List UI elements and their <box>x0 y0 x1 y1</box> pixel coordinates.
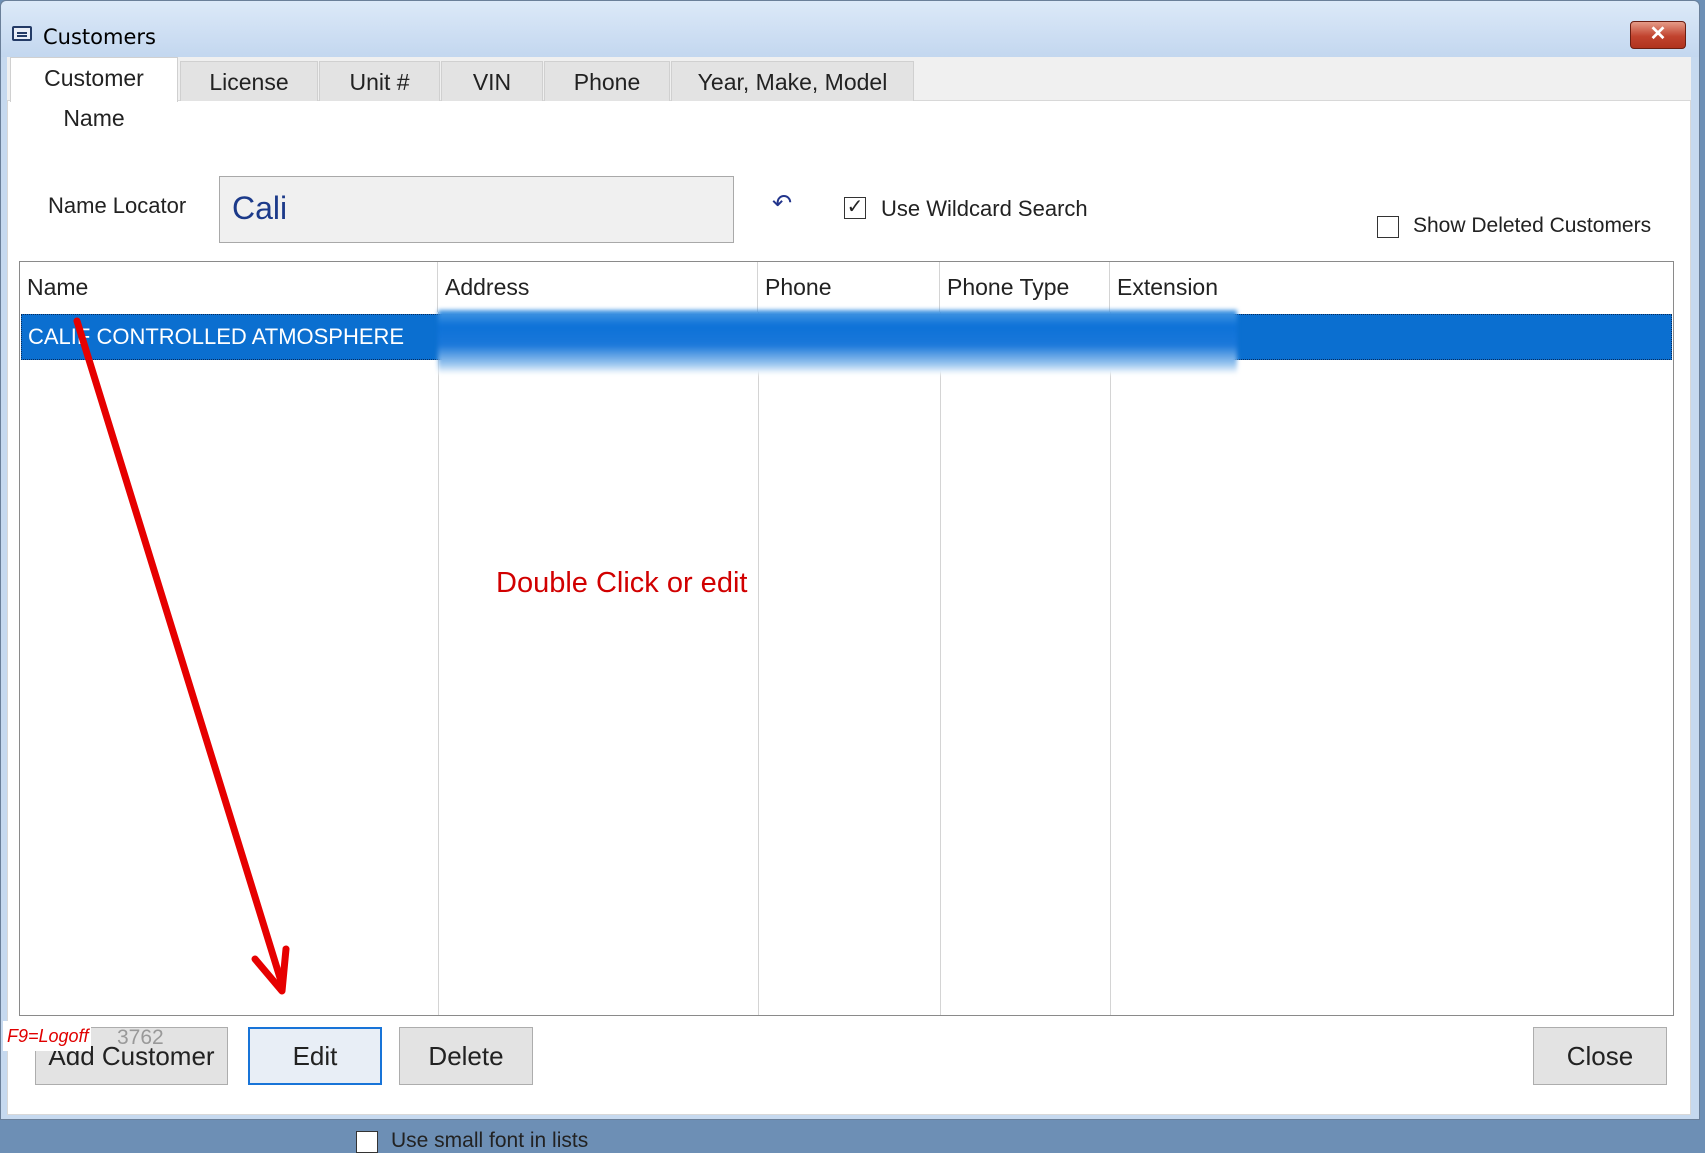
tab-license[interactable]: License <box>180 61 318 101</box>
window-close-icon[interactable]: ✕ <box>1630 21 1686 49</box>
small-font-checkbox[interactable] <box>356 1131 378 1153</box>
tab-vin[interactable]: VIN <box>441 61 543 101</box>
redacted-row-details <box>438 310 1237 374</box>
column-divider <box>758 312 759 1015</box>
tab-year-make-model[interactable]: Year, Make, Model <box>671 61 914 101</box>
small-font-label: Use small font in lists <box>391 1129 589 1152</box>
delete-button[interactable]: Delete <box>399 1027 533 1085</box>
show-deleted-checkbox[interactable] <box>1377 216 1399 238</box>
column-divider <box>1110 312 1111 1015</box>
column-header-name[interactable]: Name <box>20 262 438 312</box>
column-divider <box>940 312 941 1015</box>
name-locator-input[interactable]: Cali <box>219 176 734 243</box>
show-deleted-label: Show Deleted Customers <box>1413 214 1652 237</box>
tab-strip: Customer Name License Unit # VIN Phone Y… <box>7 57 1691 131</box>
close-button[interactable]: Close <box>1533 1027 1667 1085</box>
wildcard-label: Use Wildcard Search <box>881 196 1088 221</box>
record-code: 3762 <box>117 1026 164 1049</box>
wildcard-checkbox[interactable]: ✓ <box>844 197 866 219</box>
column-header-phone[interactable]: Phone <box>758 262 940 312</box>
customer-name-panel: Name Locator Cali ↶ ✓ Use Wildcard Searc… <box>7 101 1691 1153</box>
title-bar[interactable]: Customers ✕ <box>1 1 1699 57</box>
tab-customer-name[interactable]: Customer Name <box>10 57 178 131</box>
tab-phone[interactable]: Phone <box>544 61 670 101</box>
content-area: Customer Name License Unit # VIN Phone Y… <box>7 57 1691 1153</box>
annotation-text: Double Click or edit <box>496 567 748 599</box>
column-header-phone-type[interactable]: Phone Type <box>940 262 1110 312</box>
window-icon <box>12 26 32 41</box>
name-locator-label: Name Locator <box>48 193 187 218</box>
window-title: Customers <box>43 25 156 49</box>
logoff-hint: F9=Logoff <box>3 1021 91 1051</box>
column-header-address[interactable]: Address <box>438 262 758 312</box>
grid-header: Name Address Phone Phone Type Extension <box>20 262 1673 312</box>
column-divider <box>438 312 439 1015</box>
customer-grid[interactable]: Name Address Phone Phone Type Extension … <box>19 261 1674 1016</box>
customers-window: Customers ✕ Customer Name License Unit #… <box>0 0 1700 1153</box>
edit-button[interactable]: Edit <box>248 1027 382 1085</box>
tab-unit[interactable]: Unit # <box>319 61 440 101</box>
column-header-extension[interactable]: Extension <box>1110 262 1673 312</box>
undo-icon[interactable]: ↶ <box>767 189 797 219</box>
